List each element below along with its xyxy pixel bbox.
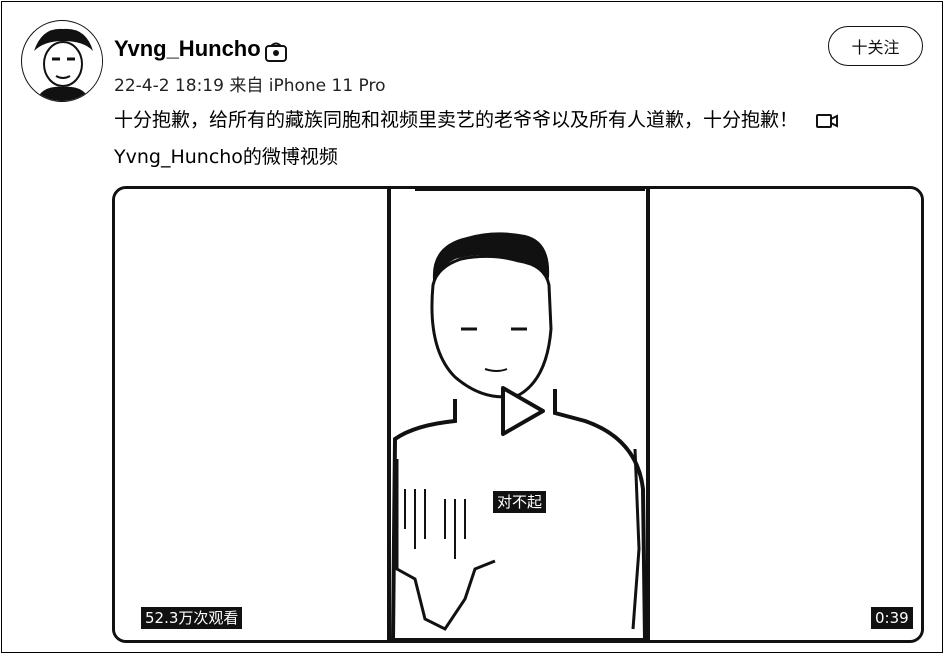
video-camera-icon: [816, 113, 839, 128]
username[interactable]: Yvng_Huncho: [114, 36, 261, 62]
post-text: 十分抱歉，给所有的藏族同胞和视频里卖艺的老爷爷以及所有人道歉，十分抱歉！: [114, 109, 799, 131]
video-subtitle: 对不起: [493, 491, 547, 513]
avatar[interactable]: [21, 20, 103, 102]
play-icon[interactable]: [493, 384, 547, 438]
view-count-badge: 52.3万次观看: [141, 607, 243, 629]
duration-badge: 0:39: [871, 607, 913, 629]
video-player[interactable]: 对不起 52.3万次观看 0:39: [112, 186, 924, 643]
weibo-post-card: Yvng_Huncho 22-4-2 18:19 来自 iPhone 11 Pr…: [1, 1, 943, 653]
post-text-row: 十分抱歉，给所有的藏族同胞和视频里卖艺的老爷爷以及所有人道歉，十分抱歉！: [114, 108, 839, 132]
avatar-image: [23, 22, 102, 101]
verified-badge-icon: [265, 42, 287, 62]
post-meta: 22-4-2 18:19 来自 iPhone 11 Pro: [114, 76, 386, 96]
follow-button[interactable]: 十关注: [828, 26, 923, 66]
video-source-link[interactable]: Yvng_Huncho的微博视频: [114, 145, 338, 169]
